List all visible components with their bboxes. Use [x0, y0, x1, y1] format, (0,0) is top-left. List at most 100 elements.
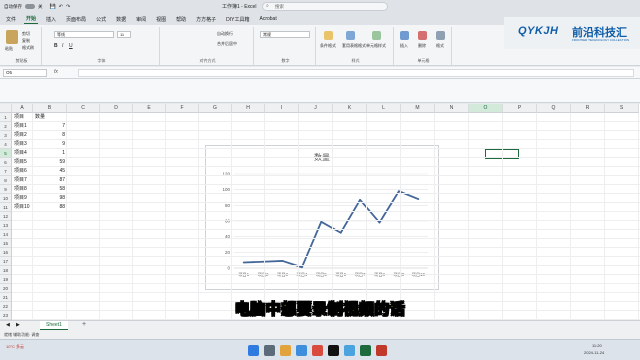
format-button[interactable]: 格式	[436, 43, 444, 49]
column-header-i[interactable]: I	[265, 104, 299, 113]
column-header-c[interactable]: C	[67, 104, 100, 113]
tab-10[interactable]: DIY工具箱	[224, 15, 251, 24]
column-header-n[interactable]: N	[435, 104, 469, 113]
row-header-12[interactable]: 12	[0, 212, 12, 221]
column-header-h[interactable]: H	[232, 104, 265, 113]
clock-time[interactable]: 11:20	[592, 343, 602, 348]
column-header-a[interactable]: A	[12, 104, 33, 113]
column-header-e[interactable]: E	[133, 104, 166, 113]
row-header-20[interactable]: 20	[0, 284, 12, 293]
table-format-button[interactable]: 套用表格格式	[342, 43, 366, 49]
delete-icon[interactable]	[418, 31, 427, 40]
row-header-6[interactable]: 6	[0, 158, 12, 167]
underline-button[interactable]: U	[69, 43, 73, 49]
row-header-15[interactable]: 15	[0, 239, 12, 248]
row-header-14[interactable]: 14	[0, 230, 12, 239]
row-header-16[interactable]: 16	[0, 248, 12, 257]
format-painter-button[interactable]: 格式刷	[22, 45, 34, 51]
conditional-format-button[interactable]: 条件格式	[320, 43, 336, 49]
search-box[interactable]: ⌕ 搜索	[262, 2, 388, 11]
app-icon-4[interactable]	[376, 345, 387, 356]
tab-9[interactable]: 方方格子	[194, 15, 218, 24]
clock-date[interactable]: 2024-11-24	[584, 350, 604, 355]
fx-icon[interactable]: fx	[54, 69, 58, 75]
undo-icon[interactable]: ↶	[59, 4, 63, 10]
tab-7[interactable]: 视图	[154, 15, 168, 24]
italic-button[interactable]: I	[62, 43, 63, 49]
column-header-j[interactable]: J	[299, 104, 333, 113]
excel-taskbar-icon[interactable]	[360, 345, 371, 356]
number-format-select[interactable]: 常规	[260, 31, 310, 38]
format-icon[interactable]	[436, 31, 445, 40]
select-all-corner[interactable]	[0, 104, 12, 113]
tab-2[interactable]: 插入	[44, 15, 58, 24]
tab-4[interactable]: 公式	[94, 15, 108, 24]
tab-8[interactable]: 帮助	[174, 15, 188, 24]
conditional-format-icon[interactable]	[324, 31, 333, 40]
insert-button[interactable]: 插入	[400, 43, 408, 49]
row-header-9[interactable]: 9	[0, 185, 12, 194]
tab-3[interactable]: 页面布局	[64, 15, 88, 24]
app-icon-3[interactable]	[344, 345, 355, 356]
weather-widget[interactable]: 10°C 多云	[6, 344, 24, 350]
row-header-5[interactable]: 5	[0, 149, 12, 158]
column-header-o[interactable]: O	[469, 104, 503, 113]
prev-sheet-icon[interactable]: ◀	[6, 322, 10, 328]
row-header-18[interactable]: 18	[0, 266, 12, 275]
tab-1[interactable]: 开始	[24, 14, 39, 24]
autosave[interactable]: 自动保存 关 💾 ↶ ↷	[0, 4, 70, 10]
next-sheet-icon[interactable]: ▶	[16, 322, 20, 328]
row-header-3[interactable]: 3	[0, 131, 12, 140]
name-box[interactable]: O5	[3, 69, 47, 77]
column-header-r[interactable]: R	[571, 104, 605, 113]
start-icon[interactable]	[248, 345, 259, 356]
column-header-k[interactable]: K	[333, 104, 367, 113]
save-icon[interactable]: 💾	[50, 4, 56, 10]
app-icon-2[interactable]	[328, 345, 339, 356]
column-header-p[interactable]: P	[503, 104, 537, 113]
delete-button[interactable]: 删除	[418, 43, 426, 49]
formula-input[interactable]	[78, 69, 634, 77]
font-name-select[interactable]: 等线	[54, 31, 114, 38]
row-header-17[interactable]: 17	[0, 257, 12, 266]
tab-11[interactable]: Acrobat	[258, 15, 279, 23]
table-format-icon[interactable]	[346, 31, 355, 40]
paste-icon[interactable]	[6, 30, 18, 44]
wrap-text-button[interactable]: 自动换行	[217, 31, 233, 37]
merge-center-button[interactable]: 合并后居中	[217, 41, 237, 47]
redo-icon[interactable]: ↷	[66, 4, 70, 10]
cut-button[interactable]: 剪切	[22, 31, 30, 37]
worksheet-grid[interactable]: 项目 数量 项目1 7 项目2 8 项目3 9 项目4 1 项目5 59 项目6 45 项目7 87 项目8 58…	[0, 104, 640, 320]
row-header-11[interactable]: 11	[0, 203, 12, 212]
column-header-s[interactable]: S	[605, 104, 639, 113]
row-header-1[interactable]: 1	[0, 113, 12, 122]
column-header-q[interactable]: Q	[537, 104, 571, 113]
row-header-13[interactable]: 13	[0, 221, 12, 230]
paste-button[interactable]: 粘贴	[5, 46, 13, 52]
tab-6[interactable]: 审阅	[134, 15, 148, 24]
file-explorer-icon[interactable]	[280, 345, 291, 356]
column-header-g[interactable]: G	[199, 104, 232, 113]
autosave-toggle[interactable]	[25, 4, 35, 9]
row-header-2[interactable]: 2	[0, 122, 12, 131]
row-header-19[interactable]: 19	[0, 275, 12, 284]
app-icon-1[interactable]	[312, 345, 323, 356]
row-header-10[interactable]: 10	[0, 194, 12, 203]
add-sheet-button[interactable]: +	[82, 321, 86, 328]
row-header-4[interactable]: 4	[0, 140, 12, 149]
column-header-f[interactable]: F	[166, 104, 199, 113]
column-header-l[interactable]: L	[367, 104, 401, 113]
row-header-7[interactable]: 7	[0, 167, 12, 176]
insert-icon[interactable]	[400, 31, 409, 40]
column-header-m[interactable]: M	[401, 104, 435, 113]
row-header-8[interactable]: 8	[0, 176, 12, 185]
column-header-b[interactable]: B	[33, 104, 67, 113]
copy-button[interactable]: 复制	[22, 38, 30, 44]
cell-style-icon[interactable]	[372, 31, 381, 40]
search-taskbar-icon[interactable]	[264, 345, 275, 356]
edge-icon[interactable]	[296, 345, 307, 356]
tab-0[interactable]: 文件	[4, 15, 18, 24]
column-header-d[interactable]: D	[100, 104, 133, 113]
font-size-select[interactable]: 11	[117, 31, 131, 38]
bold-button[interactable]: B	[54, 43, 58, 49]
